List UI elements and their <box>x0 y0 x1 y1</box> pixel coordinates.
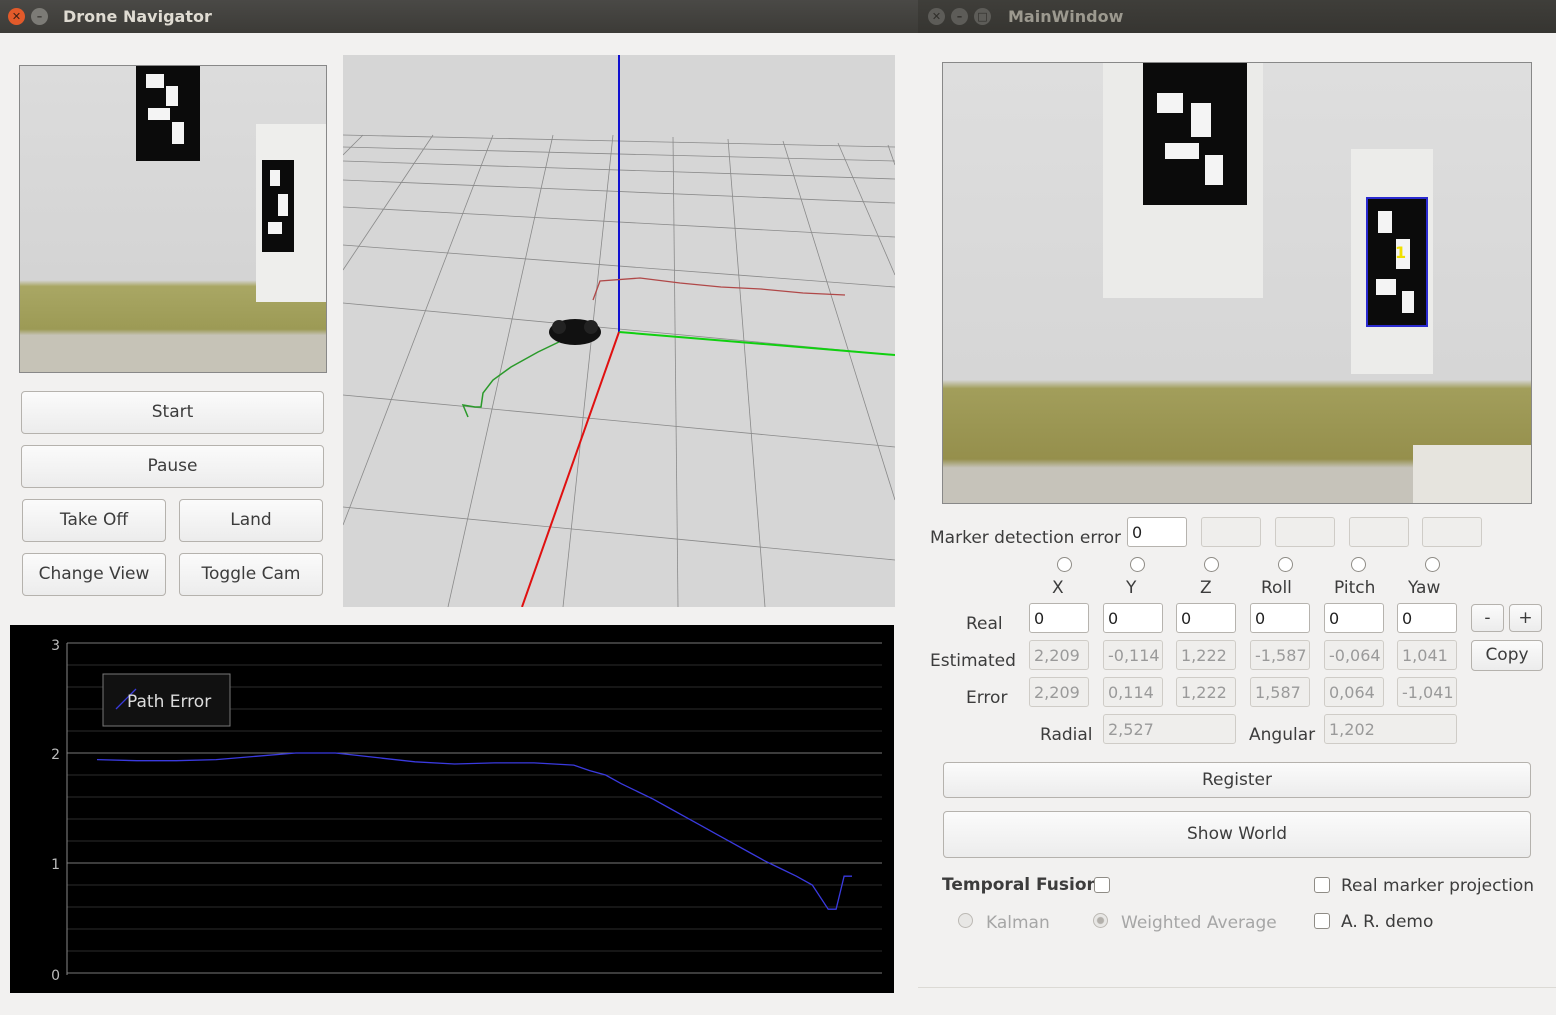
minus-button[interactable]: - <box>1471 604 1504 632</box>
plot-legend: Path Error <box>102 673 231 727</box>
radial-value: 2,527 <box>1103 714 1236 744</box>
radial-label: Radial <box>1040 725 1093 745</box>
desk-papers-image <box>1413 445 1531 503</box>
radio-x[interactable] <box>1057 557 1072 572</box>
marker-detection-label: Marker detection error <box>930 528 1122 548</box>
real-marker-projection-checkbox[interactable] <box>1314 877 1330 893</box>
column-header-roll: Roll <box>1261 578 1292 598</box>
marker-detection-slot-5 <box>1422 517 1482 547</box>
path-error-plot: 3 2 1 0 Path Error <box>10 625 894 993</box>
real-marker-projection-label: Real marker projection <box>1341 876 1535 896</box>
radio-yaw[interactable] <box>1425 557 1440 572</box>
row-label-error: Error <box>966 688 1008 708</box>
estimated-z-value: 1,222 <box>1176 640 1236 670</box>
estimated-roll-value: -1,587 <box>1250 640 1310 670</box>
maximize-icon[interactable]: □ <box>974 8 991 25</box>
legend-label: Path Error <box>127 692 211 712</box>
radio-y[interactable] <box>1130 557 1145 572</box>
marker-id-label: 1 <box>1395 243 1407 262</box>
close-icon[interactable]: ✕ <box>928 8 945 25</box>
radio-pitch[interactable] <box>1351 557 1366 572</box>
kalman-label: Kalman <box>986 913 1050 933</box>
drone-navigator-window: ✕ – Drone Navigator Start Pause Take Off… <box>0 0 918 1015</box>
show-world-button[interactable]: Show World <box>943 811 1531 858</box>
window-title: Drone Navigator <box>63 7 212 26</box>
y-tick-label: 2 <box>51 747 60 763</box>
drone-model <box>584 320 598 334</box>
row-label-real: Real <box>966 614 1003 634</box>
radio-z[interactable] <box>1204 557 1219 572</box>
titlebar: ✕ – □ MainWindow <box>918 0 1556 33</box>
marker-detection-slot-4 <box>1349 517 1409 547</box>
y-tick-label: 0 <box>51 968 60 984</box>
start-button[interactable]: Start <box>21 391 324 434</box>
ar-demo-label: A. R. demo <box>1341 912 1434 932</box>
row-label-estimated: Estimated <box>930 651 1016 671</box>
radio-roll[interactable] <box>1278 557 1293 572</box>
weighted-average-radio <box>1093 913 1108 928</box>
error-x-value: 2,209 <box>1029 677 1089 707</box>
status-bar <box>918 987 1556 1015</box>
minimize-icon[interactable]: – <box>31 8 48 25</box>
real-y-input[interactable]: 0 <box>1103 603 1163 633</box>
camera-preview <box>19 65 327 373</box>
y-tick-label: 3 <box>51 638 60 654</box>
main-window: ✕ – □ MainWindow 1 Marker detection erro… <box>918 0 1556 1015</box>
register-button[interactable]: Register <box>943 762 1531 798</box>
camera-view: 1 <box>942 62 1532 504</box>
detected-marker-image <box>1366 197 1428 327</box>
copy-button[interactable]: Copy <box>1471 640 1543 671</box>
plus-button[interactable]: + <box>1509 604 1542 632</box>
real-roll-input[interactable]: 0 <box>1250 603 1310 633</box>
marker-detection-slot-2 <box>1201 517 1261 547</box>
aruco-marker-image <box>1143 63 1247 205</box>
toggle-cam-button[interactable]: Toggle Cam <box>179 553 323 596</box>
aruco-marker-image <box>262 160 294 252</box>
temporal-fusion-checkbox[interactable] <box>1094 877 1110 893</box>
angular-value: 1,202 <box>1324 714 1457 744</box>
weighted-average-label: Weighted Average <box>1121 913 1277 933</box>
estimated-yaw-value: 1,041 <box>1397 640 1457 670</box>
error-y-value: 0,114 <box>1103 677 1163 707</box>
3d-world-viewport[interactable] <box>343 55 895 607</box>
real-pitch-input[interactable]: 0 <box>1324 603 1384 633</box>
estimated-x-value: 2,209 <box>1029 640 1089 670</box>
angular-label: Angular <box>1249 725 1316 745</box>
column-header-x: X <box>1052 578 1064 598</box>
column-header-y: Y <box>1126 578 1137 598</box>
real-yaw-input[interactable]: 0 <box>1397 603 1457 633</box>
aruco-marker-image <box>136 66 200 161</box>
y-tick-label: 1 <box>51 857 60 873</box>
land-button[interactable]: Land <box>179 499 323 542</box>
estimated-pitch-value: -0,064 <box>1324 640 1384 670</box>
column-header-pitch: Pitch <box>1334 578 1376 598</box>
temporal-fusion-label: Temporal Fusion <box>942 875 1099 895</box>
estimated-y-value: -0,114 <box>1103 640 1163 670</box>
window-title: MainWindow <box>1008 7 1124 26</box>
column-header-yaw: Yaw <box>1408 578 1441 598</box>
marker-detection-input[interactable]: 0 <box>1127 517 1187 547</box>
titlebar: ✕ – Drone Navigator <box>0 0 918 33</box>
column-header-z: Z <box>1200 578 1212 598</box>
marker-detection-slot-3 <box>1275 517 1335 547</box>
error-pitch-value: 0,064 <box>1324 677 1384 707</box>
ar-demo-checkbox[interactable] <box>1314 913 1330 929</box>
kalman-radio <box>958 913 973 928</box>
close-icon[interactable]: ✕ <box>8 8 25 25</box>
take-off-button[interactable]: Take Off <box>22 499 166 542</box>
error-z-value: 1,222 <box>1176 677 1236 707</box>
drone-model <box>552 320 566 334</box>
error-roll-value: 1,587 <box>1250 677 1310 707</box>
change-view-button[interactable]: Change View <box>22 553 166 596</box>
real-z-input[interactable]: 0 <box>1176 603 1236 633</box>
minimize-icon[interactable]: – <box>951 8 968 25</box>
error-yaw-value: -1,041 <box>1397 677 1457 707</box>
real-x-input[interactable]: 0 <box>1029 603 1089 633</box>
pause-button[interactable]: Pause <box>21 445 324 488</box>
